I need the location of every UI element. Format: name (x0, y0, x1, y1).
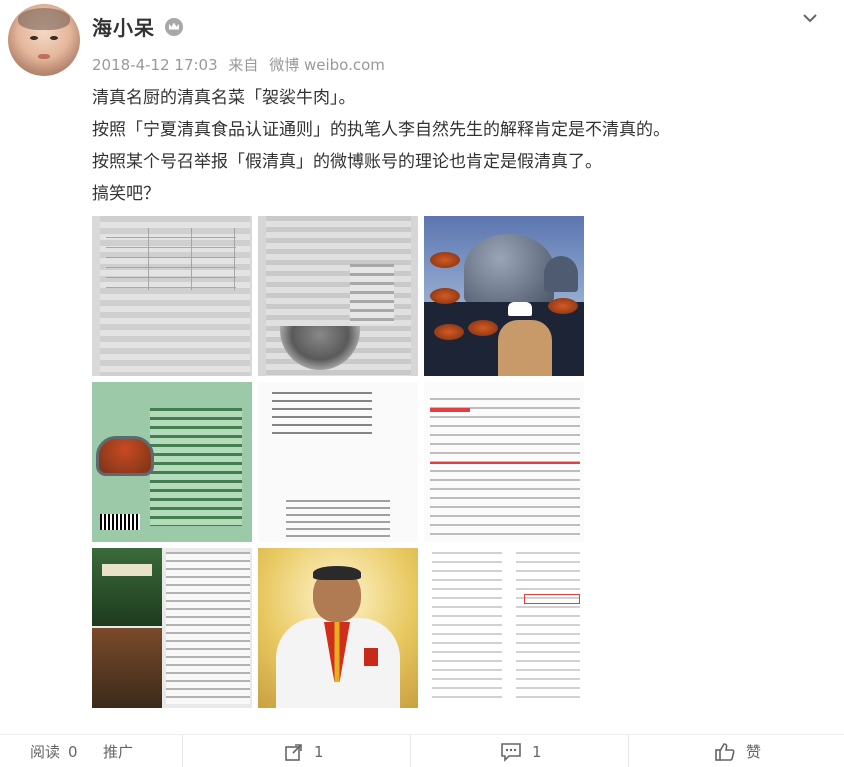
image-thumb-document[interactable] (424, 548, 584, 708)
avatar-eye-left (30, 36, 38, 40)
footer-divider (410, 735, 411, 767)
copyright-text-bottom (286, 500, 390, 538)
read-count: 阅读 0 (30, 735, 78, 767)
mosque-dome (464, 234, 554, 304)
like-button[interactable]: 赞 (714, 735, 761, 767)
repost-count: 1 (314, 742, 324, 761)
name-row: 海小呆 (92, 12, 183, 41)
dish-plate (548, 298, 578, 314)
user-name[interactable]: 海小呆 (92, 12, 155, 41)
avatar-mouth (38, 54, 50, 59)
post-timestamp[interactable]: 2018-4-12 17:03 (92, 56, 218, 74)
read-number: 0 (68, 742, 78, 761)
document-red-box (524, 594, 580, 604)
shop-sign (102, 564, 152, 576)
repost-button[interactable]: 1 (284, 735, 324, 767)
document-column-right (516, 552, 580, 702)
weibo-post: 海小呆 2018-4-12 17:03 来自 微博 weibo.com 清真名厨… (0, 0, 844, 767)
dish-plate (434, 324, 464, 340)
footer-divider (182, 735, 183, 767)
source-prefix: 来自 (228, 56, 259, 74)
avatar[interactable] (8, 4, 80, 76)
like-label: 赞 (746, 743, 762, 761)
dish-plate (430, 252, 460, 268)
article-underline (430, 462, 580, 464)
promote-button[interactable]: 推广 (103, 735, 133, 767)
post-content: 清真名厨的清真名菜「袈裟牛肉」。 按照「宁夏清真食品认证通则」的执笔人李自然先生… (92, 82, 812, 210)
document-column-left (432, 552, 502, 702)
shop-photo-2 (92, 628, 162, 708)
read-label: 阅读 (30, 743, 61, 761)
chevron-down-icon[interactable] (802, 10, 818, 26)
content-line: 按照某个号召举报「假清真」的微博账号的理论也肯定是假清真了。 (92, 152, 602, 172)
image-grid (92, 216, 584, 708)
post-footer: 阅读 0 推广 1 1 赞 (0, 734, 844, 767)
chef-hat (508, 302, 532, 316)
image-thumb-recipe-page-1[interactable] (92, 216, 252, 376)
source-app[interactable]: 微博 weibo.com (269, 56, 385, 74)
share-icon (285, 743, 302, 761)
barcode (100, 514, 140, 530)
scan-table (106, 228, 236, 290)
article-text (430, 398, 580, 538)
thumbs-up-icon (715, 742, 735, 761)
pot-photo (96, 436, 154, 476)
shop-photo (92, 548, 162, 626)
cover-text-panel (150, 408, 242, 526)
image-thumb-recipe-page-2[interactable] (258, 216, 418, 376)
comment-icon (501, 742, 521, 762)
image-thumb-chef-portrait[interactable] (258, 548, 418, 708)
article-highlight (430, 408, 470, 412)
footer-divider (628, 735, 629, 767)
avatar-eye-right (50, 36, 58, 40)
dish-plate (430, 288, 460, 304)
content-line: 搞笑吧？ (92, 184, 160, 204)
content-line: 清真名厨的清真名菜「袈裟牛肉」。 (92, 88, 356, 108)
crown-icon[interactable] (165, 17, 183, 36)
chest-badge (364, 648, 378, 666)
comment-count: 1 (532, 742, 542, 761)
scan-sidebar-text (350, 264, 394, 324)
image-thumb-book-cover[interactable] (92, 382, 252, 542)
mosque-dome-small (544, 256, 578, 292)
promote-label: 推广 (103, 743, 134, 761)
chef-hair (313, 566, 361, 580)
copyright-text (272, 392, 372, 440)
social-post-screenshot (166, 552, 250, 704)
post-meta: 2018-4-12 17:03 来自 微博 weibo.com (92, 54, 391, 75)
image-thumb-copyright-page[interactable] (258, 382, 418, 542)
content-line: 按照「宁夏清真食品认证通则」的执笔人李自然先生的解释肯定是不清真的。 (92, 120, 670, 140)
comment-button[interactable]: 1 (500, 735, 542, 767)
image-thumb-web-article[interactable] (424, 382, 584, 542)
dish-plate (468, 320, 498, 336)
avatar-hair (18, 8, 70, 30)
image-thumb-storefront[interactable] (92, 548, 252, 708)
chef-figure (498, 320, 552, 376)
image-thumb-chef-mosque[interactable] (424, 216, 584, 376)
